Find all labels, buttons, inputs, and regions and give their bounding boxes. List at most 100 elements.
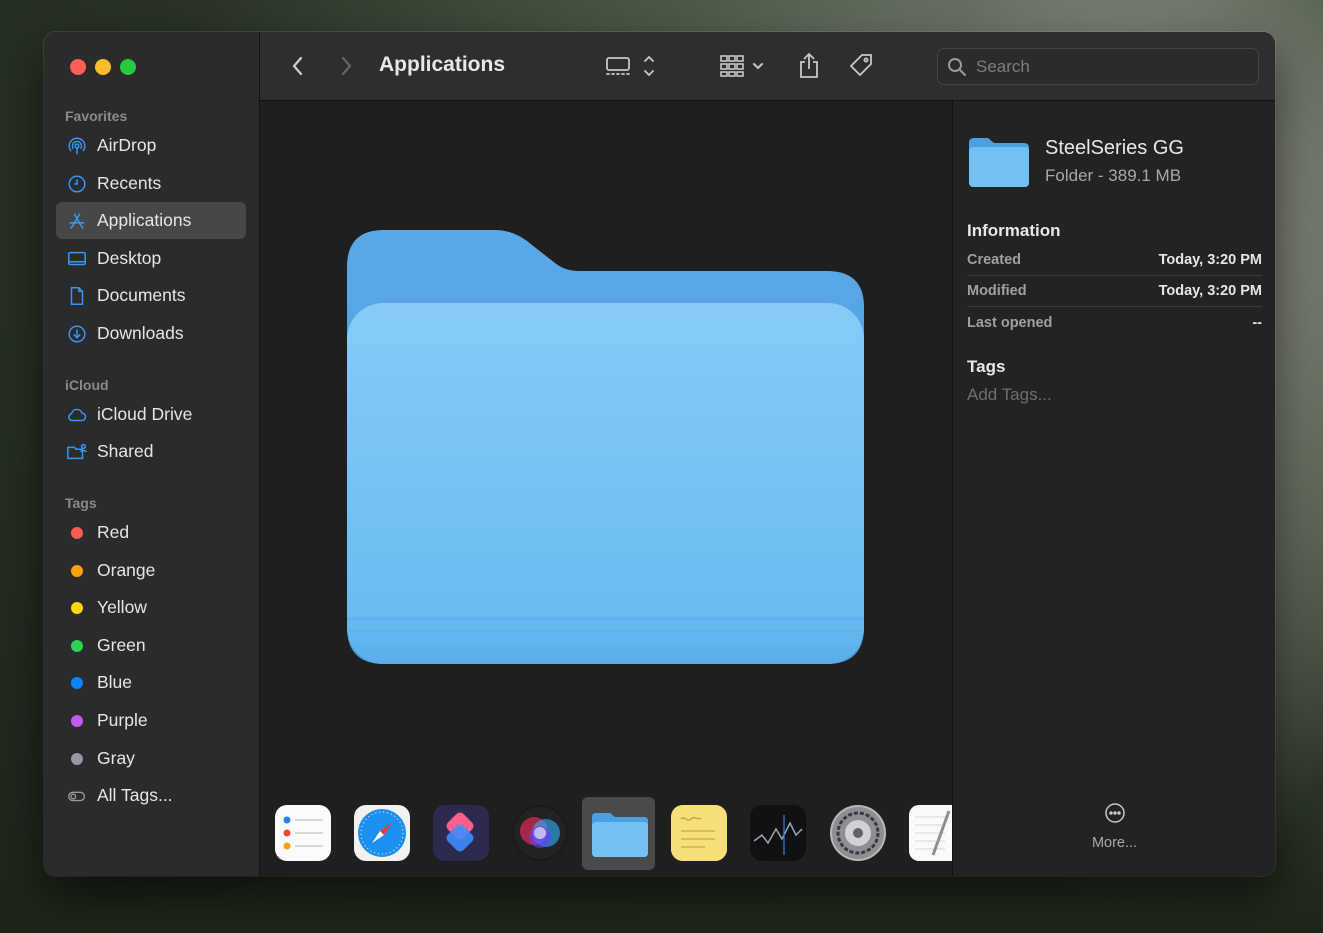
siri-icon[interactable] bbox=[512, 805, 568, 861]
window-title: Applications bbox=[379, 53, 506, 76]
tag-icon bbox=[849, 54, 872, 77]
reminders-icon[interactable] bbox=[275, 805, 331, 861]
sidebar-item-applications[interactable]: Applications bbox=[56, 202, 246, 239]
info-value: Today, 3:20 PM bbox=[1158, 283, 1262, 299]
sidebar-item-recents[interactable]: Recents bbox=[56, 165, 246, 202]
toolbar: Applications Search bbox=[260, 32, 1275, 101]
view-mode-button[interactable] bbox=[604, 50, 660, 82]
system-settings-icon[interactable] bbox=[830, 805, 886, 861]
tags-heading: Tags bbox=[967, 357, 1006, 376]
gallery-thumbnail-strip bbox=[260, 795, 952, 876]
sidebar-item-airdrop[interactable]: AirDrop bbox=[56, 127, 246, 164]
tag-color-dot bbox=[65, 634, 89, 658]
favorites-section-label: Favorites bbox=[65, 108, 128, 124]
gallery-view-icon bbox=[606, 55, 654, 77]
sidebar-item-downloads[interactable]: Downloads bbox=[56, 315, 246, 352]
more-button[interactable]: More... bbox=[953, 801, 1275, 851]
clock-icon bbox=[65, 172, 89, 196]
sidebar-tag-blue[interactable]: Blue bbox=[56, 664, 246, 701]
info-row-modified: Modified Today, 3:20 PM bbox=[967, 276, 1262, 307]
shared-folder-icon bbox=[65, 440, 89, 464]
search-placeholder: Search bbox=[976, 56, 1030, 76]
tag-button[interactable] bbox=[844, 50, 878, 82]
share-button[interactable] bbox=[794, 50, 824, 82]
tag-color-dot bbox=[65, 709, 89, 733]
search-field[interactable]: Search bbox=[937, 48, 1259, 85]
item-kind-size: Folder - 389.1 MB bbox=[1045, 166, 1182, 185]
stickies-icon[interactable] bbox=[671, 805, 727, 861]
info-key: Modified bbox=[967, 283, 1027, 299]
window-controls bbox=[70, 59, 136, 75]
stocks-icon[interactable] bbox=[750, 805, 806, 861]
tag-color-dot bbox=[65, 596, 89, 620]
sidebar-item-documents[interactable]: Documents bbox=[56, 277, 246, 314]
sidebar-item-label: Documents bbox=[97, 285, 186, 305]
applications-icon bbox=[65, 209, 89, 233]
textedit-icon[interactable] bbox=[909, 805, 952, 861]
info-value: -- bbox=[1252, 314, 1262, 331]
tag-color-dot bbox=[65, 671, 89, 695]
sidebar-item-shared[interactable]: Shared bbox=[56, 433, 246, 470]
folder-icon[interactable] bbox=[590, 805, 650, 861]
share-icon bbox=[800, 52, 818, 78]
forward-button[interactable] bbox=[332, 50, 360, 82]
airdrop-icon bbox=[65, 134, 89, 158]
info-row-created: Created Today, 3:20 PM bbox=[967, 245, 1262, 276]
sidebar-tag-yellow[interactable]: Yellow bbox=[56, 589, 246, 626]
sidebar-tag-purple[interactable]: Purple bbox=[56, 702, 246, 739]
sidebar-tag-green[interactable]: Green bbox=[56, 627, 246, 664]
information-heading: Information bbox=[967, 221, 1061, 240]
sidebar: Favorites AirDrop Recents Applications D… bbox=[44, 32, 260, 876]
icloud-section-label: iCloud bbox=[65, 377, 109, 393]
tag-color-dot bbox=[65, 521, 89, 545]
item-name: SteelSeries GG bbox=[1045, 137, 1184, 159]
sidebar-item-icloud-drive[interactable]: iCloud Drive bbox=[56, 396, 246, 433]
gallery-preview-area bbox=[260, 101, 952, 876]
info-key: Created bbox=[967, 252, 1021, 268]
sidebar-item-label: Red bbox=[97, 522, 130, 542]
sidebar-item-label: Gray bbox=[97, 748, 135, 768]
sidebar-item-label: Blue bbox=[97, 672, 133, 692]
group-button[interactable] bbox=[718, 50, 770, 82]
sidebar-item-label: Yellow bbox=[97, 597, 147, 617]
minimize-button[interactable] bbox=[95, 59, 111, 75]
sidebar-item-label: Recents bbox=[97, 173, 162, 193]
folder-small-icon bbox=[969, 137, 1029, 192]
grid-group-icon bbox=[720, 55, 763, 77]
cloud-icon bbox=[65, 403, 89, 427]
sidebar-tag-orange[interactable]: Orange bbox=[56, 552, 246, 589]
back-button[interactable] bbox=[284, 50, 312, 82]
tag-outline-icon bbox=[65, 784, 89, 808]
info-value: Today, 3:20 PM bbox=[1158, 252, 1262, 268]
info-row-last-opened: Last opened -- bbox=[967, 307, 1262, 338]
sidebar-item-desktop[interactable]: Desktop bbox=[56, 240, 246, 277]
tag-color-dot bbox=[65, 747, 89, 771]
finder-window: Favorites AirDrop Recents Applications D… bbox=[44, 32, 1275, 876]
folder-preview-icon[interactable] bbox=[347, 227, 865, 670]
sidebar-item-label: Shared bbox=[97, 441, 154, 461]
document-icon bbox=[65, 284, 89, 308]
sidebar-tag-gray[interactable]: Gray bbox=[56, 740, 246, 777]
sidebar-item-label: Desktop bbox=[97, 248, 162, 268]
sidebar-tag-red[interactable]: Red bbox=[56, 514, 246, 551]
shortcuts-icon[interactable] bbox=[433, 805, 489, 861]
info-key: Last opened bbox=[967, 314, 1053, 331]
sidebar-item-label: AirDrop bbox=[97, 135, 157, 155]
close-button[interactable] bbox=[70, 59, 86, 75]
sidebar-all-tags[interactable]: All Tags... bbox=[56, 777, 246, 814]
sidebar-item-label: All Tags... bbox=[97, 785, 173, 805]
zoom-button[interactable] bbox=[120, 59, 136, 75]
chevron-left-icon bbox=[292, 56, 303, 76]
chevron-right-icon bbox=[341, 56, 352, 76]
add-tags-field[interactable]: Add Tags... bbox=[967, 385, 1052, 405]
safari-icon[interactable] bbox=[354, 805, 410, 861]
download-icon bbox=[65, 322, 89, 346]
tags-section-label: Tags bbox=[65, 495, 97, 511]
sidebar-item-label: Downloads bbox=[97, 323, 184, 343]
ellipsis-circle-icon bbox=[1104, 803, 1125, 823]
search-icon bbox=[948, 57, 966, 76]
desktop-icon bbox=[65, 247, 89, 271]
tag-color-dot bbox=[65, 559, 89, 583]
sidebar-item-label: Applications bbox=[97, 210, 192, 230]
sidebar-item-label: Green bbox=[97, 635, 146, 655]
